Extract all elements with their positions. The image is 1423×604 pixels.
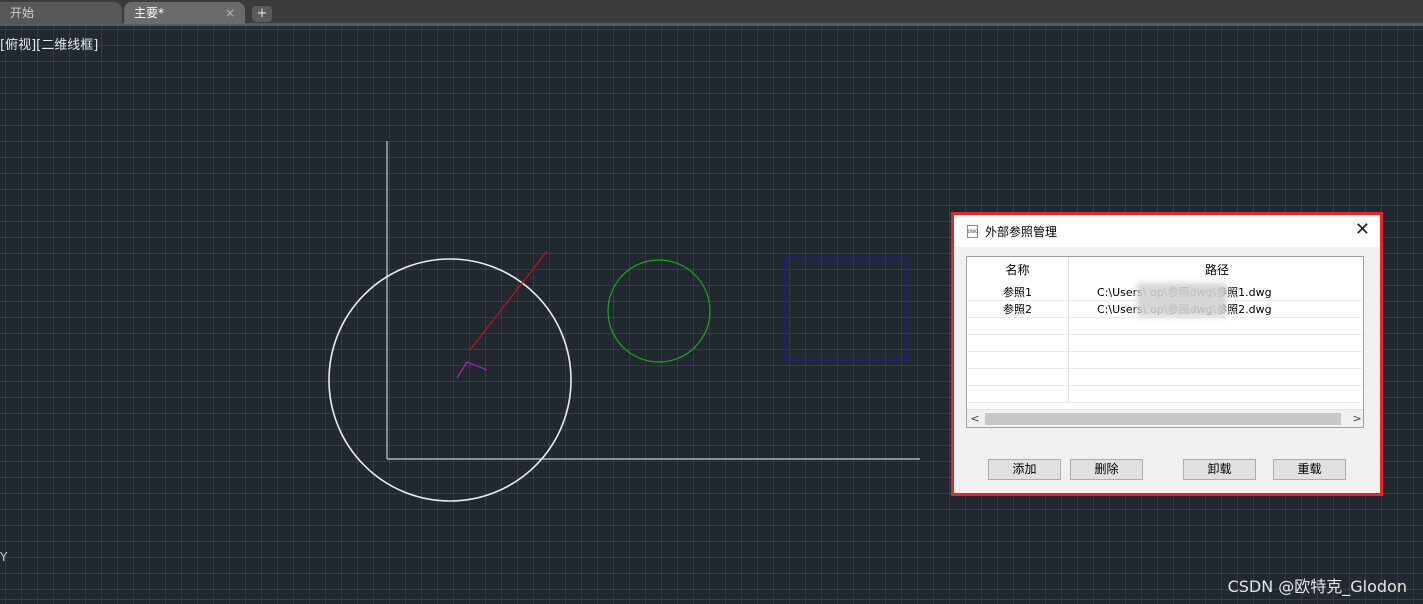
small-circle: [607, 259, 711, 363]
row-name: 参照2: [967, 301, 1069, 318]
unload-button[interactable]: 卸载: [1183, 459, 1256, 480]
empty-row: [967, 369, 1363, 386]
add-button[interactable]: 添加: [988, 459, 1061, 480]
xref-manager-dialog: DWG 外部参照管理 ✕ 名称 路径 参照1 C:\Users\ op\参照dw…: [951, 212, 1383, 496]
scroll-right-icon[interactable]: >: [1349, 411, 1363, 427]
empty-cell: [967, 352, 1069, 369]
column-header-path[interactable]: 路径: [1069, 257, 1363, 284]
row-name: 参照1: [967, 284, 1069, 301]
empty-row: [967, 386, 1363, 403]
bottom-red-line: [0, 599, 1423, 600]
dwg-file-icon: DWG: [967, 225, 978, 238]
column-header-name[interactable]: 名称: [967, 257, 1069, 284]
xref-list[interactable]: 名称 路径 参照1 C:\Users\ op\参照dwg\参照1.dwg 参照2…: [966, 256, 1364, 428]
empty-cell: [967, 335, 1069, 352]
magenta-marker: [456, 361, 488, 379]
watermark: CSDN @欧特克_Glodon: [1227, 577, 1407, 596]
red-line: [469, 250, 548, 351]
empty-cell: [967, 369, 1069, 386]
viewport-label[interactable]: [俯视][二维线框]: [0, 34, 98, 53]
large-circle: [328, 258, 572, 502]
empty-cell: [967, 386, 1069, 403]
scrollbar-thumb[interactable]: [985, 413, 1341, 425]
empty-row: [967, 352, 1363, 369]
dialog-titlebar[interactable]: DWG 外部参照管理 ✕: [954, 215, 1380, 247]
dialog-title: 外部参照管理: [985, 225, 1058, 239]
reload-button[interactable]: 重载: [1273, 459, 1346, 480]
scroll-left-icon[interactable]: <: [967, 411, 983, 427]
empty-cell: [967, 318, 1069, 335]
blue-rectangle: [784, 258, 907, 361]
delete-button[interactable]: 删除: [1070, 459, 1143, 480]
empty-row: [967, 335, 1363, 352]
empty-row: [967, 318, 1363, 335]
horizontal-scrollbar[interactable]: < >: [967, 409, 1363, 427]
close-icon[interactable]: ✕: [1355, 219, 1370, 240]
redaction-blur: [1137, 283, 1227, 317]
ucs-y-axis-label: Y: [0, 550, 8, 564]
